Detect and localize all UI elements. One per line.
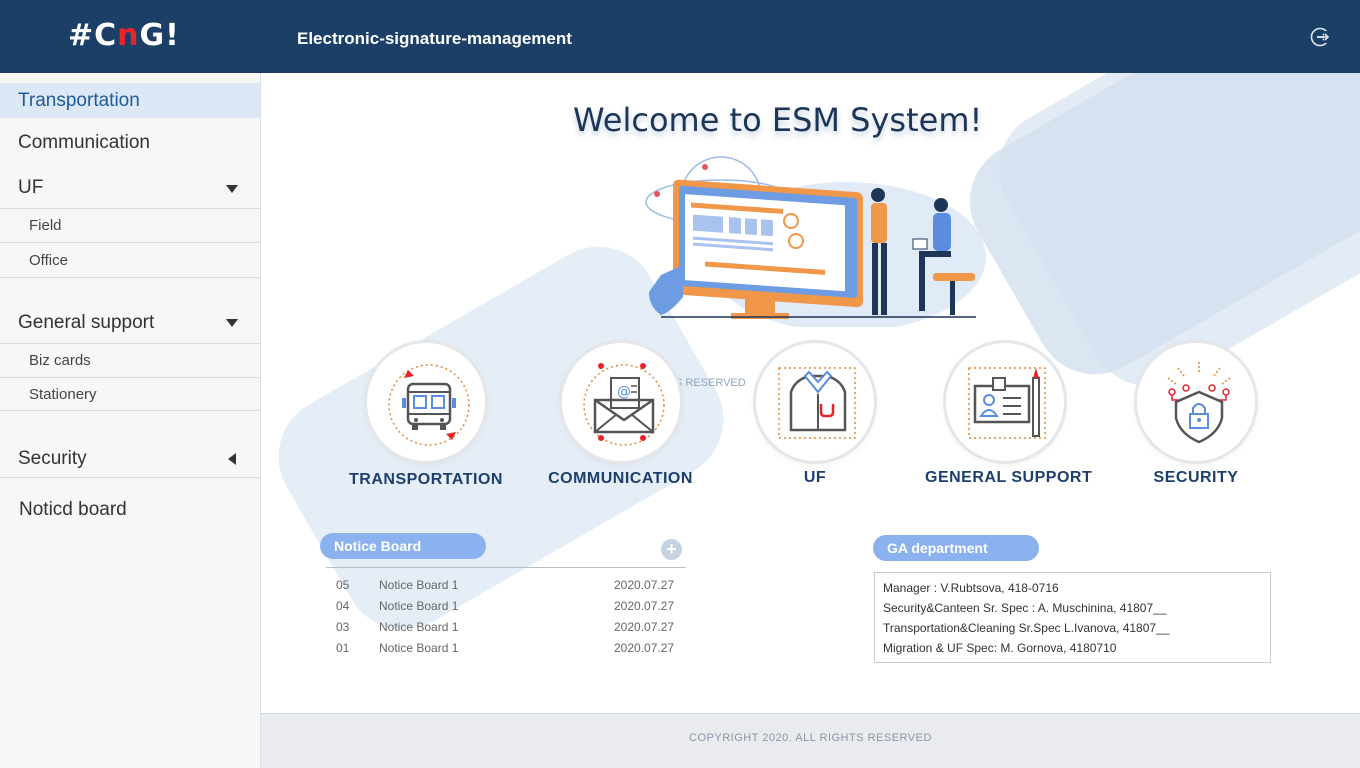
sidebar: Transportation Communication UF Field Of… [0, 73, 261, 768]
category-label: UF [803, 469, 827, 486]
notice-date: 2020.07.27 [614, 599, 675, 613]
welcome-heading: Welcome to ESM System! [573, 101, 983, 139]
logout-icon[interactable] [1309, 26, 1331, 48]
sidebar-item-biz-cards[interactable]: Biz cards [0, 344, 260, 378]
uniform-icon [778, 367, 856, 439]
sidebar-item-general-support[interactable]: General support [0, 305, 260, 344]
ga-contact-line: Migration & UF Spec: M. Gornova, 4180710 [883, 641, 1117, 655]
sidebar-item-label: Field [29, 217, 62, 234]
sidebar-item-label: Communication [18, 132, 150, 153]
svg-text:@: @ [617, 384, 631, 400]
chevron-down-icon [226, 185, 238, 193]
company-logo[interactable]: #CnG! [68, 18, 180, 53]
notice-row[interactable]: 01 Notice Board 1 2020.07.27 [336, 638, 676, 659]
bus-icon [388, 364, 470, 446]
notice-date: 2020.07.27 [614, 620, 675, 634]
category-security[interactable]: SECURITY [1131, 340, 1261, 500]
top-header: #CnG! Electronic-signature-management [0, 0, 1360, 73]
hero-illustration [645, 156, 986, 327]
chevron-left-icon [228, 453, 236, 465]
logo-accent: n [117, 18, 140, 53]
sidebar-item-label: General support [18, 312, 155, 333]
sidebar-item-security[interactable]: Security [0, 441, 260, 478]
category-transportation[interactable]: TRANSPORTATION [346, 340, 506, 500]
category-icon-circle [753, 340, 877, 464]
notice-title: Notice Board 1 [379, 641, 459, 655]
category-icon-circle: @ [558, 340, 683, 464]
app-title: Electronic-signature-management [297, 29, 572, 48]
ga-department-title: GA department [873, 535, 1039, 561]
category-label: TRANSPORTATION [349, 471, 503, 488]
sidebar-item-label: Office [29, 252, 68, 269]
notice-row[interactable]: 05 Notice Board 1 2020.07.27 [336, 575, 676, 596]
mail-icon: @ [582, 363, 665, 446]
notice-row[interactable]: 04 Notice Board 1 2020.07.27 [336, 596, 676, 617]
category-label: GENERAL SUPPORT [925, 469, 1093, 486]
category-icon-circle [364, 340, 488, 464]
category-communication[interactable]: @ COMMUNICATION [543, 340, 698, 500]
sidebar-item-transportation[interactable]: Transportation [0, 83, 260, 118]
sidebar-item-field[interactable]: Field [0, 209, 260, 243]
main-content: Welcome to ESM System! S RESERVED TRANSP… [261, 73, 1360, 713]
shield-lock-icon [1167, 362, 1231, 444]
notice-number: 04 [336, 599, 350, 613]
sidebar-item-stationery[interactable]: Stationery [0, 378, 260, 411]
notice-number: 05 [336, 578, 350, 592]
notice-date: 2020.07.27 [614, 578, 675, 592]
notice-title: Notice Board 1 [379, 599, 459, 613]
footer: COPYRIGHT 2020. ALL RIGHTS RESERVED [261, 713, 1360, 768]
notice-title: Notice Board 1 [379, 620, 459, 634]
sidebar-item-notice-board[interactable]: Noticd board [0, 492, 260, 528]
category-label: COMMUNICATION [548, 470, 693, 487]
divider [326, 567, 686, 568]
sidebar-item-label: Stationery [29, 386, 97, 403]
logo-suffix: G! [139, 18, 180, 53]
copyright-text: COPYRIGHT 2020. ALL RIGHTS RESERVED [689, 732, 932, 744]
sidebar-item-office[interactable]: Office [0, 243, 260, 278]
sidebar-item-label: Security [18, 448, 87, 469]
category-label: SECURITY [1153, 469, 1239, 486]
sidebar-item-uf[interactable]: UF [0, 170, 260, 209]
notice-title: Notice Board 1 [379, 578, 459, 592]
logo-prefix: #C [68, 18, 118, 53]
add-notice-button[interactable]: + [661, 539, 682, 560]
ga-contact-line: Transportation&Cleaning Sr.Spec L.Ivanov… [883, 621, 1170, 635]
notice-row[interactable]: 03 Notice Board 1 2020.07.27 [336, 617, 676, 638]
category-icon-circle [1134, 340, 1258, 464]
chevron-down-icon [226, 319, 238, 327]
ga-contact-box: Manager : V.Rubtsova, 418-0716 Security&… [874, 572, 1271, 663]
sidebar-item-label: UF [18, 177, 44, 198]
sidebar-item-label: Transportation [18, 90, 140, 111]
notice-board-title: Notice Board [320, 533, 486, 559]
notice-number: 03 [336, 620, 350, 634]
category-icon-circle [943, 340, 1067, 464]
notice-number: 01 [336, 641, 350, 655]
ga-contact-line: Security&Canteen Sr. Spec : A. Muschinin… [883, 601, 1167, 615]
category-uf[interactable]: UF [750, 340, 880, 500]
sidebar-item-label: Noticd board [19, 499, 127, 520]
sidebar-item-label: Biz cards [29, 352, 91, 369]
notice-date: 2020.07.27 [614, 641, 675, 655]
id-card-icon [968, 367, 1046, 439]
sidebar-item-communication[interactable]: Communication [0, 125, 260, 161]
ga-contact-line: Manager : V.Rubtsova, 418-0716 [883, 581, 1059, 595]
category-general-support[interactable]: GENERAL SUPPORT [925, 340, 1093, 500]
